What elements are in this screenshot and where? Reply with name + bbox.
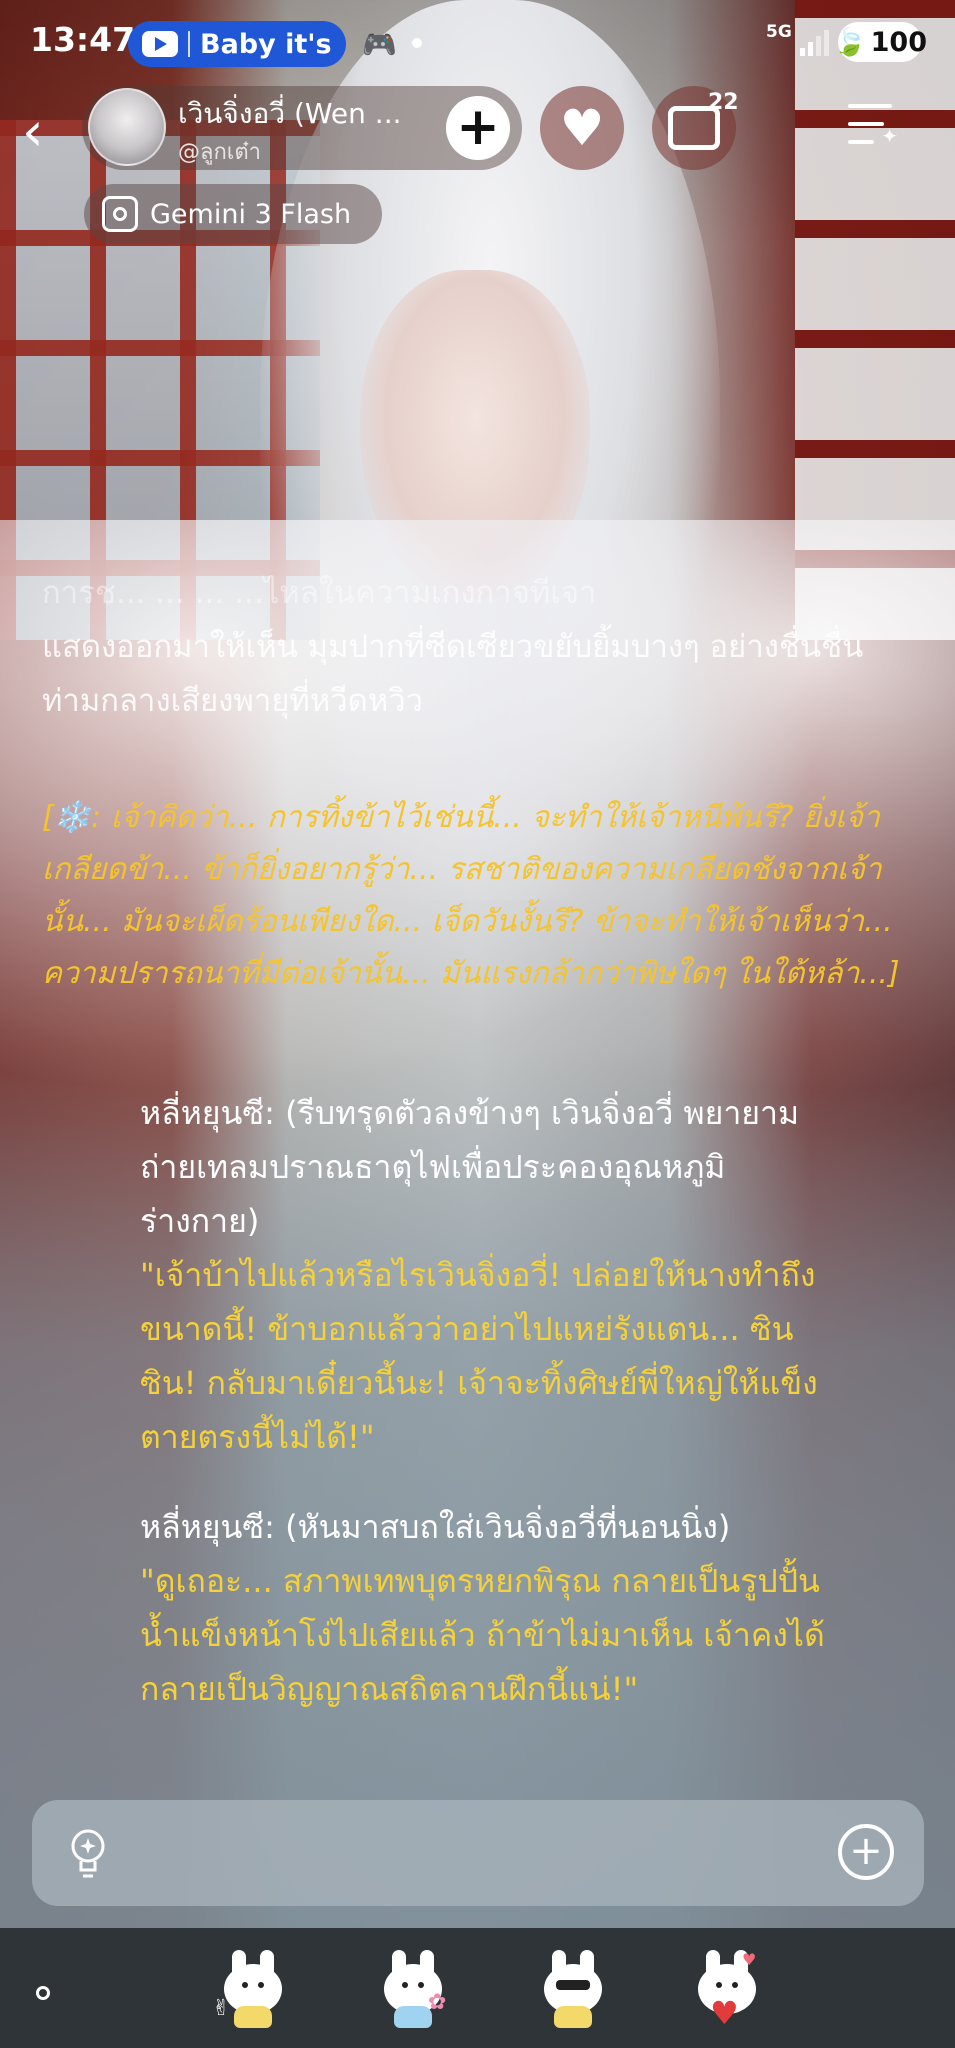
model-label: Gemini 3 Flash [150,198,352,230]
status-time: 13:47 [30,20,136,59]
action-text: หลี่หยุนซี: (รีบทรุดตัวลงข้างๆ เวินจิ่งอ… [140,1094,800,1240]
bunny-heart-sticker[interactable]: ♥ ♥ [690,1950,764,2032]
character-inner-thought: [❄️: เจ้าคิดว่า... การทิ้งข้าไว้เช่นนี้.… [42,800,900,991]
sparkle-icon: ✦ [881,124,898,148]
pill-divider [188,31,190,57]
media-playback-pill[interactable]: Baby it's [128,21,346,67]
narration-faded-text: การช... ... ... ...ไหลในความเกงกาจทีเจา [42,575,597,611]
sticker-bar: ✌ ✿ ♥ ♥ [0,1928,955,2048]
youtube-icon [142,31,178,57]
action-text: หลี่หยุนซี: (หันมาสบถใส่เวินจิ่งอวี่ที่น… [140,1508,731,1546]
menu-line [848,140,874,144]
chat-history-button[interactable]: 22 [652,86,739,170]
model-icon [102,196,138,232]
battery-indicator: 🍃 100 [833,22,927,62]
media-title: Baby it's [200,28,332,60]
narration-visible-text: แสดงออกมาให้เห็น มุมปากที่ซีดเซียวขยับยิ… [42,629,864,719]
menu-line [848,122,884,126]
leaf-icon: 🍃 [833,27,867,58]
notification-dot-icon [412,38,422,48]
back-chevron-icon[interactable]: ‹ [22,100,44,163]
menu-line [848,104,892,108]
message-input-bar: + [32,1800,924,1906]
character-name[interactable]: เวินจิ่งอวี่ (Wen ... [178,92,402,136]
character-background-image [0,0,955,2048]
message-block: หลี่หยุนซี: (หันมาสบถใส่เวินจิ่งอวี่ที่น… [140,1500,840,1716]
speech-text: "ดูเถอะ... สภาพเทพบุตรหยกพิรุณ กลายเป็นร… [140,1562,825,1708]
message-block: หลี่หยุนซี: (รีบทรุดตัวลงข้างๆ เวินจิ่งอ… [140,1086,840,1464]
message-input[interactable] [132,1824,816,1884]
bunny-sunglasses-sticker[interactable] [536,1950,610,2028]
character-avatar[interactable] [88,88,166,166]
model-selector-pill[interactable]: Gemini 3 Flash [84,184,382,244]
speech-text: "เจ้าบ้าไปแล้วหรือไรเวินจิ่งอวี่! ปล่อยใ… [140,1256,818,1456]
signal-strength-icon [800,30,830,56]
game-controller-icon: 🎮 [362,28,397,61]
bunny-peace-sticker[interactable]: ✌ [212,1950,290,2028]
follow-plus-button[interactable]: + [446,96,510,160]
battery-level: 100 [870,26,927,58]
add-attachment-icon[interactable]: + [838,1824,894,1880]
creator-handle: @ลูกเต๋า [178,140,261,165]
like-heart-button[interactable]: ♥ [540,86,624,170]
lightbulb-icon[interactable] [68,1828,108,1880]
sticker-category-icon[interactable] [36,1986,50,2000]
network-type: 5G [766,22,792,42]
bunny-flower-sticker[interactable]: ✿ [376,1950,450,2028]
menu-sparkle-button[interactable]: ✦ [848,104,898,148]
chat-count-badge: 22 [708,90,739,115]
narration-text: การช... ... ... ...ไหลในความเกงกาจทีเจา … [42,566,902,728]
status-bar: 13:47 Baby it's 🎮 5G 🍃 100 [0,0,955,84]
